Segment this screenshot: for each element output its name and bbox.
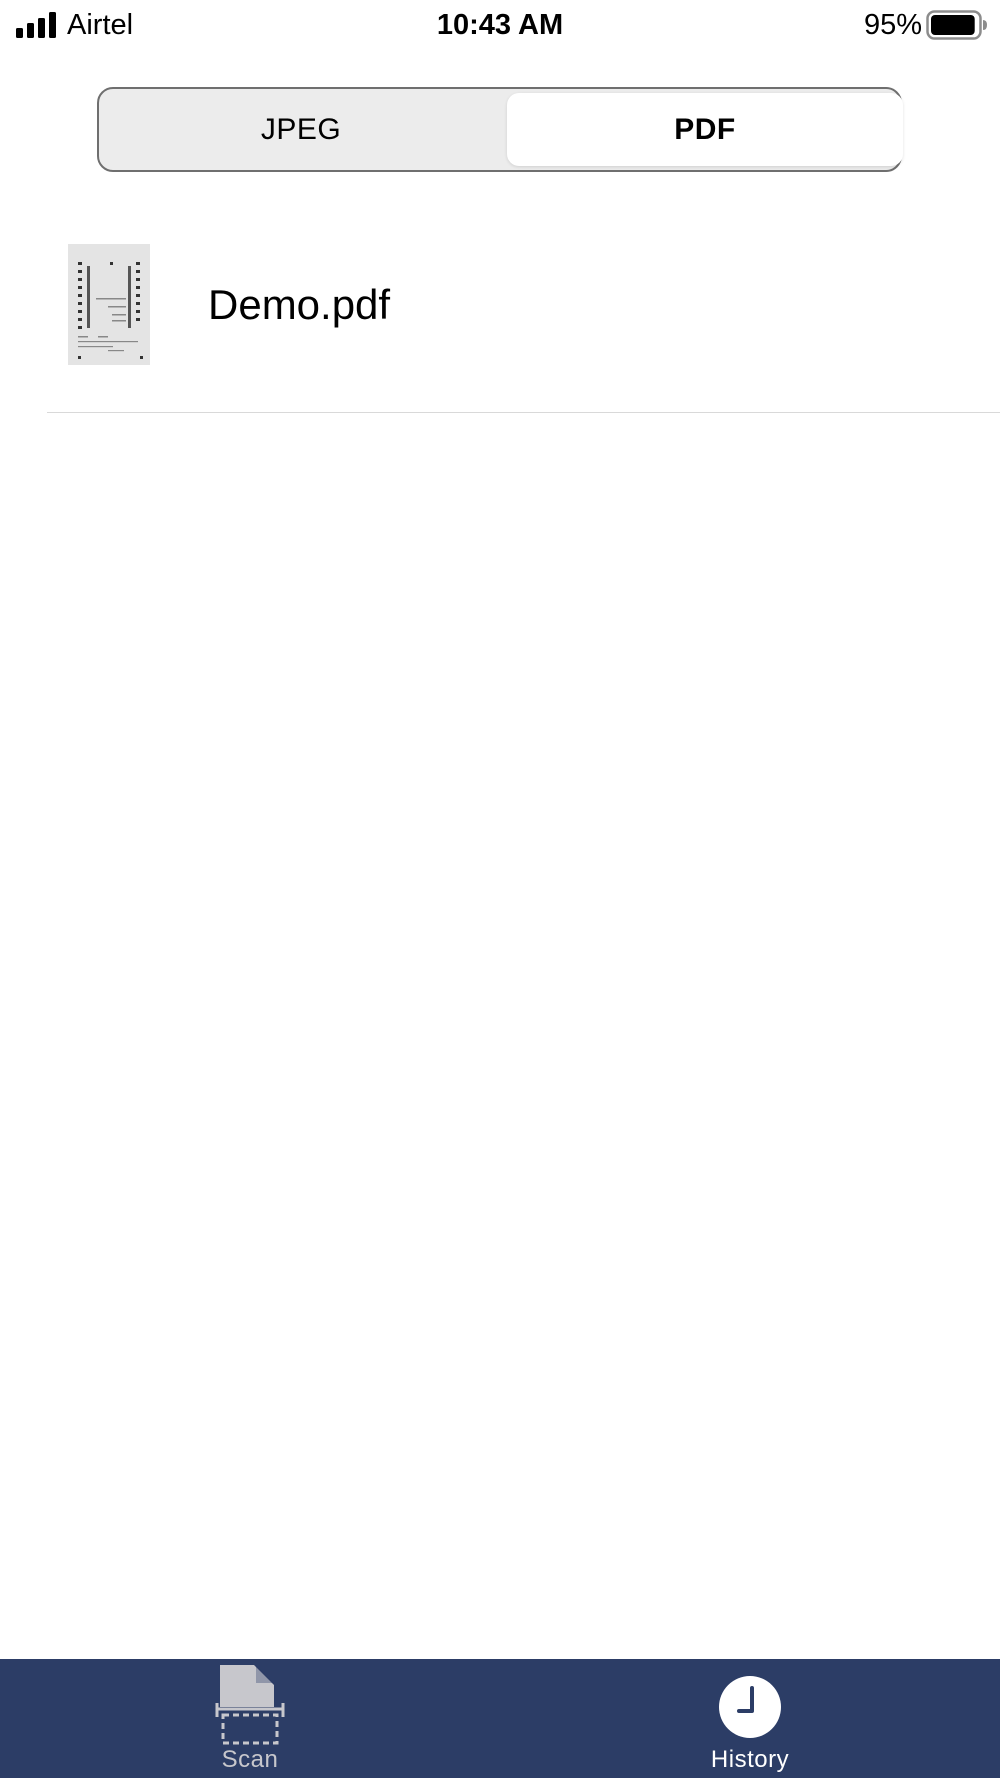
- tab-history[interactable]: History: [500, 1659, 1000, 1778]
- battery-percentage: 95%: [863, 9, 922, 41]
- clock-icon: [719, 1676, 781, 1738]
- status-time: 10:43 AM: [436, 9, 564, 41]
- tab-scan-label: Scan: [221, 1746, 279, 1773]
- screen: Airtel 10:43 AM 95% JPEG PDF Demo.pdf Sc…: [0, 0, 1000, 1778]
- tab-scan[interactable]: Scan: [0, 1659, 500, 1778]
- file-name: Demo.pdf: [208, 281, 391, 328]
- format-segmented-control: JPEG PDF: [97, 87, 903, 172]
- file-list-item[interactable]: Demo.pdf: [47, 225, 1000, 413]
- segment-jpeg[interactable]: JPEG: [103, 93, 499, 166]
- segment-pdf[interactable]: PDF: [507, 93, 903, 166]
- battery-icon: [926, 10, 987, 40]
- document-thumbnail-icon: [68, 244, 150, 365]
- tab-bar: Scan History: [0, 1659, 1000, 1778]
- tab-history-label: History: [710, 1746, 790, 1773]
- scan-document-icon: [215, 1665, 285, 1745]
- status-bar: Airtel 10:43 AM 95%: [0, 0, 1000, 50]
